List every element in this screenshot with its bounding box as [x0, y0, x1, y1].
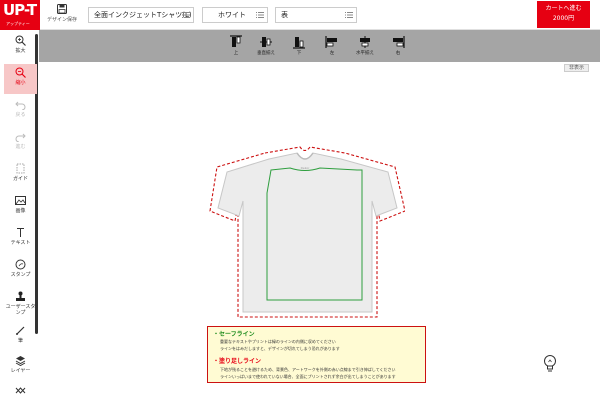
- safe-line-text: ラインをはみだしますと、デザインが切れてしまう恐れがあります: [220, 346, 340, 351]
- layers-icon: [15, 356, 26, 366]
- ribbon-button[interactable]: [4, 382, 37, 395]
- save-design-button[interactable]: デザイン保存: [44, 2, 80, 28]
- cart-label: カートへ進む: [545, 5, 582, 12]
- redo-icon: [15, 133, 26, 142]
- align-vertical-center-button[interactable]: 垂直揃え: [254, 33, 278, 59]
- save-label: デザイン保存: [46, 17, 77, 23]
- tshirt-canvas[interactable]: Dekor: [205, 145, 405, 320]
- align-label: 右: [395, 51, 401, 56]
- align-horizontal-center-icon: [360, 36, 370, 48]
- align-left-icon: [325, 36, 337, 48]
- align-bottom-icon: [293, 37, 305, 49]
- bleed-line-title: ・塗り足しライン: [213, 358, 262, 365]
- align-vertical-center-icon: [260, 37, 272, 47]
- color-select-value: ホワイト: [218, 11, 246, 19]
- safe-line-text: 重要なテキストやプリントは緑のラインの内側に収めてください: [220, 339, 336, 344]
- print-area-info-box: ・セーフライン 重要なテキストやプリントは緑のラインの内側に収めてください ライ…: [207, 326, 426, 383]
- align-bottom-button[interactable]: 下: [287, 33, 311, 59]
- color-select[interactable]: ホワイト: [202, 7, 268, 23]
- redo-button[interactable]: 進む: [4, 128, 37, 158]
- align-horizontal-center-button[interactable]: 水平揃え: [353, 33, 377, 59]
- zoom-in-button[interactable]: 拡大: [4, 32, 37, 62]
- align-left-button[interactable]: 左: [320, 33, 344, 59]
- design-editor: UP-T アップティー デザイン保存 全面インクジェットTシャツ(L) ホワイト: [0, 0, 600, 395]
- undo-icon: [15, 101, 26, 110]
- tool-label: ユーザースタンプ: [5, 304, 36, 316]
- tool-sidebar: 拡大 縮小 戻る 進む ガイド 画像 テキスト スタンプ ユーザースタンプ 筆 …: [0, 30, 39, 395]
- guide-icon: [16, 163, 25, 174]
- align-right-button[interactable]: 右: [386, 33, 410, 59]
- top-bar: UP-T アップティー デザイン保存 全面インクジェットTシャツ(L) ホワイト: [0, 0, 600, 30]
- logo-text: UP-T: [3, 1, 37, 19]
- bleed-line-text: ラインいっぱいまで使われていない場合、全面にプリントされず余白が出てしまうことが…: [220, 374, 396, 379]
- tool-label: 縮小: [15, 80, 26, 86]
- user-stamp-icon: [16, 291, 25, 301]
- image-button[interactable]: 画像: [4, 192, 37, 222]
- stamp-button[interactable]: スタンプ: [4, 256, 37, 286]
- tool-label: 筆: [17, 338, 23, 344]
- align-label: 水平揃え: [356, 51, 374, 56]
- align-label: 垂直揃え: [257, 51, 275, 56]
- tool-label: 戻る: [15, 112, 26, 118]
- undo-button[interactable]: 戻る: [4, 96, 37, 126]
- tshirt-body: [217, 152, 398, 313]
- align-top-icon: [230, 35, 242, 47]
- zoom-out-icon: [15, 67, 26, 78]
- safe-line-title: ・セーフライン: [213, 331, 255, 338]
- align-label: 上: [233, 51, 239, 56]
- zoom-out-button[interactable]: 縮小: [4, 64, 37, 94]
- user-stamp-button[interactable]: ユーザースタンプ: [4, 288, 37, 320]
- tool-label: 拡大: [15, 48, 26, 54]
- align-toolbar: 上 垂直揃え 下 左 水平揃え 右: [39, 30, 600, 62]
- brush-button[interactable]: 筆: [4, 322, 37, 352]
- text-button[interactable]: テキスト: [4, 224, 37, 254]
- tool-label: 画像: [15, 208, 26, 214]
- align-right-icon: [393, 36, 405, 48]
- side-select-value: 表: [281, 11, 288, 19]
- lightbulb-icon[interactable]: [543, 354, 557, 374]
- brush-icon: [16, 326, 25, 335]
- guide-button[interactable]: ガイド: [4, 160, 37, 190]
- tshirt-tag: Dekor: [301, 166, 311, 170]
- bleed-line-text: 下地が残ることを避けるため、背景色、アートワークを外側の赤い点線まで引き伸ばして…: [220, 367, 396, 372]
- list-icon: [345, 12, 353, 18]
- logo[interactable]: UP-T アップティー: [0, 0, 40, 30]
- logo-subtext: アップティー: [6, 21, 30, 26]
- tool-label: テキスト: [10, 240, 31, 246]
- cart-price: 2000円: [552, 15, 575, 22]
- list-icon: [182, 12, 190, 18]
- tool-label: ガイド: [12, 176, 28, 182]
- tool-label: 進む: [15, 144, 26, 150]
- proceed-to-cart-button[interactable]: カートへ進む 2000円: [537, 1, 590, 28]
- image-icon: [15, 196, 26, 205]
- tool-label: レイヤー: [10, 368, 31, 374]
- ribbon-icon: [15, 387, 26, 394]
- tool-label: スタンプ: [10, 272, 31, 278]
- stamp-icon: [15, 259, 26, 270]
- zoom-in-icon: [15, 35, 26, 46]
- layers-button[interactable]: レイヤー: [4, 352, 37, 382]
- list-icon: [256, 12, 264, 18]
- align-label: 下: [296, 51, 302, 56]
- text-icon: [17, 228, 24, 237]
- hide-toggle-button[interactable]: 非表示: [564, 64, 589, 72]
- product-select-value: 全面インクジェットTシャツ(L): [94, 11, 192, 19]
- side-select[interactable]: 表: [275, 7, 357, 23]
- save-icon: [57, 4, 67, 14]
- align-label: 左: [329, 51, 335, 56]
- align-top-button[interactable]: 上: [224, 33, 248, 59]
- product-select[interactable]: 全面インクジェットTシャツ(L): [88, 7, 194, 23]
